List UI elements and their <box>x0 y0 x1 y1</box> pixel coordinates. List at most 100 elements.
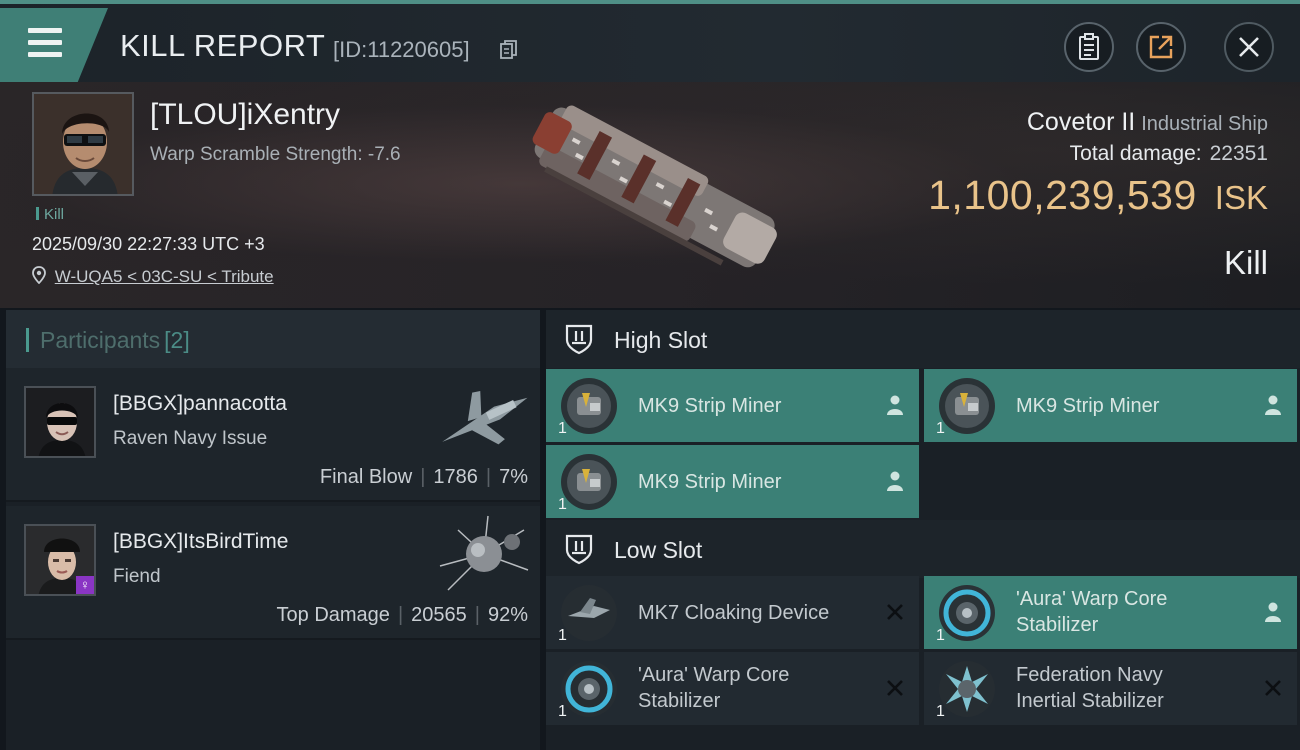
module-name-line2: Stabilizer <box>638 690 721 712</box>
ship-class: Industrial Ship <box>1141 113 1268 135</box>
x-icon <box>887 680 903 696</box>
module-name: MK9 Strip Miner <box>638 471 782 493</box>
warp-core-stabilizer-icon <box>939 585 995 641</box>
participants-count: [2] <box>164 327 190 353</box>
module-name: 'Aura' Warp Core Stabilizer <box>1016 586 1167 638</box>
person-icon <box>887 471 903 491</box>
high-slot-header: High Slot <box>546 310 1300 368</box>
module-name: Federation Navy Inertial Stabilizer <box>1016 662 1164 714</box>
participant-name[interactable]: [BBGX]ItsBirdTime <box>113 530 288 554</box>
isk-value: 1,100,239,539 ISK <box>928 172 1268 219</box>
strip-miner-icon <box>561 378 617 434</box>
victim-panel: [TLOU]iXentry Warp Scramble Strength: -7… <box>0 82 1300 308</box>
module-low-3[interactable]: 1 'Aura' Warp Core Stabilizer <box>546 652 919 725</box>
participant-percent: 92% <box>487 604 528 626</box>
menu-button[interactable] <box>0 8 108 82</box>
female-tag-icon: ♀ <box>76 576 94 594</box>
module-high-2[interactable]: 1 MK9 Strip Miner <box>924 369 1297 442</box>
participants-panel: Participants [2] [BBGX]pannacotta Raven N… <box>6 310 540 750</box>
isk-amount: 1,100,239,539 <box>928 172 1197 218</box>
participant-damage: 20565 <box>411 604 467 626</box>
participant-stats: Final Blow | 1786 | 7% <box>319 466 528 488</box>
module-high-3[interactable]: 1 MK9 Strip Miner <box>546 445 919 518</box>
participant-ship-image <box>442 391 528 445</box>
slot-shield-icon <box>565 324 593 355</box>
person-icon <box>1265 602 1281 622</box>
module-name-line2: Stabilizer <box>1016 614 1099 636</box>
participant-name[interactable]: [BBGX]pannacotta <box>113 392 287 416</box>
victim-ship-name[interactable]: Covetor II Industrial Ship <box>1027 108 1268 137</box>
share-button[interactable] <box>1136 22 1186 72</box>
module-low-4[interactable]: 1 Federation Navy Inertial Stabilizer <box>924 652 1297 725</box>
clipboard-button[interactable] <box>1064 22 1114 72</box>
person-icon <box>887 395 903 415</box>
module-name: MK7 Cloaking Device <box>638 602 830 624</box>
kill-badge: Kill <box>36 206 64 223</box>
victim-name[interactable]: [TLOU]iXentry <box>150 98 340 132</box>
x-icon <box>1265 680 1281 696</box>
ship-name: Covetor II <box>1026 108 1136 136</box>
module-name: 'Aura' Warp Core Stabilizer <box>638 662 789 714</box>
low-slot-title: Low Slot <box>614 537 703 563</box>
cloaking-device-icon <box>561 585 617 641</box>
module-qty: 1 <box>558 496 567 513</box>
module-name-line1: 'Aura' Warp Core <box>638 664 790 686</box>
participant-ship: Fiend <box>113 566 161 587</box>
header-bar: KILL REPORT [ID:11220605] <box>0 0 1300 82</box>
participants-title: Participants <box>40 327 161 353</box>
module-name: MK9 Strip Miner <box>1016 395 1160 417</box>
menu-icon <box>28 28 62 64</box>
module-low-1[interactable]: 1 MK7 Cloaking Device <box>546 576 919 649</box>
strip-miner-icon <box>561 454 617 510</box>
module-qty: 1 <box>936 703 945 720</box>
location-pin-icon <box>32 266 46 285</box>
kill-timestamp: 2025/09/30 22:27:33 UTC +3 <box>32 234 265 254</box>
participant-row[interactable]: [BBGX]pannacotta Raven Navy Issue Final … <box>6 368 540 502</box>
participant-label: Final Blow <box>319 466 413 488</box>
total-damage: Total damage: 22351 <box>1070 142 1268 166</box>
total-damage-label: Total damage: <box>1069 142 1202 165</box>
participant-avatar[interactable]: ♀ <box>24 524 96 596</box>
module-name: MK9 Strip Miner <box>638 395 782 417</box>
warp-scramble-strength: Warp Scramble Strength: -7.6 <box>150 144 401 165</box>
slot-shield-icon <box>565 534 593 565</box>
close-icon <box>1239 37 1259 57</box>
participant-avatar[interactable] <box>24 386 96 458</box>
close-button[interactable] <box>1224 22 1274 72</box>
module-name-line1: Federation Navy <box>1016 664 1163 686</box>
module-name-line2: Inertial Stabilizer <box>1016 690 1164 712</box>
high-slot-title: High Slot <box>614 327 708 353</box>
participant-damage: 1786 <box>433 466 478 488</box>
module-qty: 1 <box>936 627 945 644</box>
module-high-1[interactable]: 1 MK9 Strip Miner <box>546 369 919 442</box>
victim-avatar[interactable] <box>32 92 134 196</box>
kill-id: [ID:11220605] <box>333 37 470 62</box>
module-qty: 1 <box>558 420 567 437</box>
module-qty: 1 <box>558 703 567 720</box>
inertial-stabilizer-icon <box>939 661 995 717</box>
kill-location[interactable]: W-UQA5 < 03C-SU < Tribute <box>32 266 274 287</box>
fitting-panel: High Slot 1 MK9 Strip Miner 1 MK9 Strip … <box>546 310 1300 750</box>
x-icon <box>887 604 903 620</box>
location-link[interactable]: W-UQA5 < 03C-SU < Tribute <box>55 267 274 286</box>
module-low-2[interactable]: 1 'Aura' Warp Core Stabilizer <box>924 576 1297 649</box>
participant-percent: 7% <box>499 466 528 488</box>
victim-ship-image <box>532 105 777 268</box>
module-qty: 1 <box>558 627 567 644</box>
participants-header: Participants [2] <box>6 310 540 368</box>
page-title: KILL REPORT <box>120 28 326 63</box>
kill-type-label: Kill <box>1223 244 1268 281</box>
clipboard-icon <box>1079 33 1099 60</box>
low-slot-header: Low Slot <box>546 520 1300 578</box>
participant-row[interactable]: ♀ [BBGX]ItsBirdTime Fiend Top Damage | 205… <box>6 506 540 640</box>
person-icon <box>1265 395 1281 415</box>
module-name-line1: 'Aura' Warp Core <box>1016 588 1168 610</box>
module-qty: 1 <box>936 420 945 437</box>
isk-unit: ISK <box>1214 179 1268 216</box>
participant-ship: Raven Navy Issue <box>113 428 268 449</box>
participant-ship-image <box>439 515 529 591</box>
strip-miner-icon <box>939 378 995 434</box>
total-damage-value: 22351 <box>1209 142 1268 165</box>
participant-stats: Top Damage | 20565 | 92% <box>276 604 528 626</box>
copy-icon[interactable] <box>500 40 518 60</box>
